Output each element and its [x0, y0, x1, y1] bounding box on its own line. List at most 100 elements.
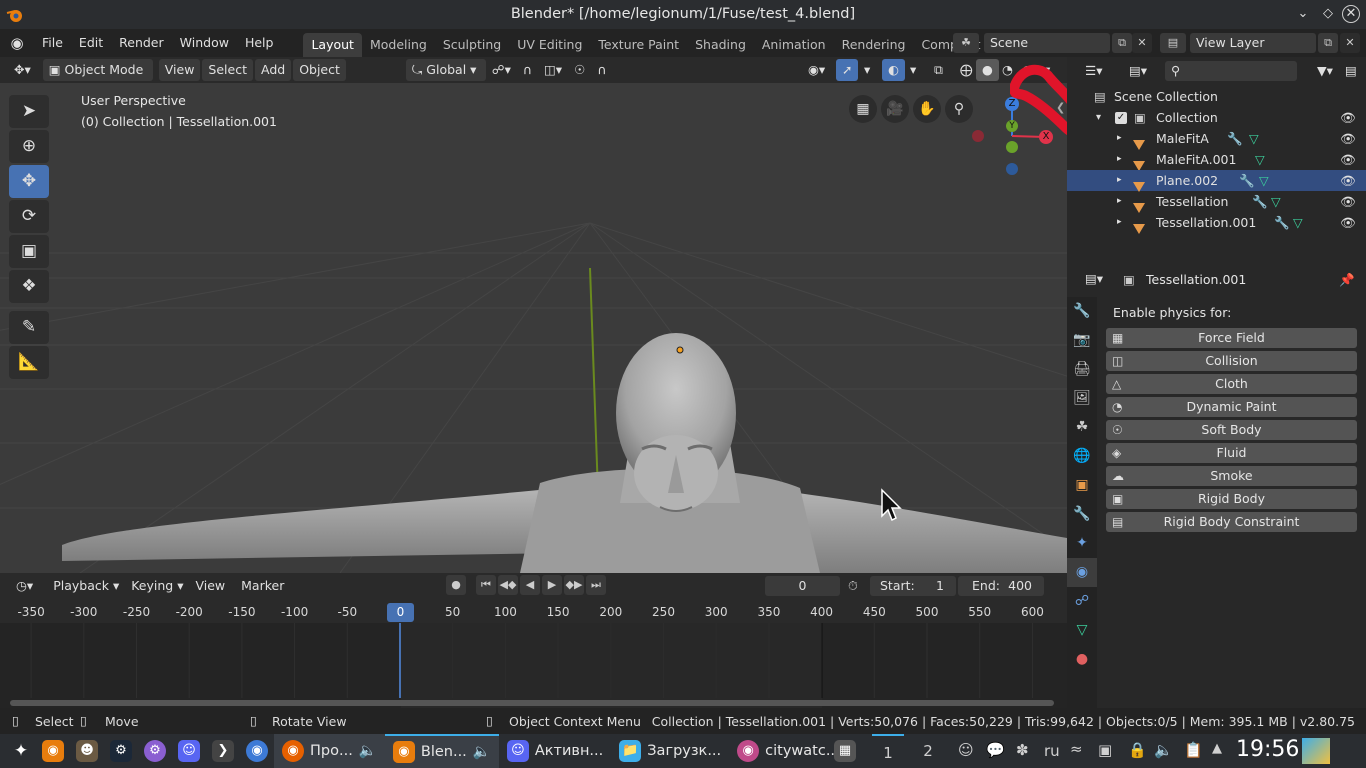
- blender-app-icon[interactable]: ◉: [42, 740, 64, 762]
- menu-keying[interactable]: Keying ▾: [125, 575, 189, 597]
- pin-icon[interactable]: 📌: [1339, 272, 1355, 288]
- expand-arrow-icon[interactable]: ▾: [1096, 107, 1101, 128]
- modifier-wrench-icon[interactable]: 🔧: [1252, 191, 1268, 212]
- physics-tab-icon[interactable]: ◉: [1067, 558, 1097, 587]
- show-desktop-icon[interactable]: [1302, 738, 1330, 764]
- object-data-tab-icon[interactable]: ▽: [1067, 616, 1097, 645]
- menu-timeline-view[interactable]: View: [189, 575, 231, 597]
- physics-cloth-button[interactable]: △ Cloth: [1106, 374, 1357, 394]
- record-icon[interactable]: ●: [446, 575, 466, 595]
- outliner-item[interactable]: ▸ Tessellation 🔧 ▽ 👁: [1067, 191, 1366, 213]
- snap-icon[interactable]: ∩: [517, 59, 538, 81]
- task-blender[interactable]: ◉ Blen... 🔈: [384, 734, 499, 768]
- visibility-eye-icon[interactable]: 👁: [1340, 128, 1356, 149]
- properties-editor-type-icon[interactable]: ▤▾: [1079, 268, 1109, 290]
- physics-force-field-button[interactable]: ▦ Force Field: [1106, 328, 1357, 348]
- menu-help[interactable]: Help: [237, 29, 282, 57]
- tab-uv-editing[interactable]: UV Editing: [509, 33, 590, 57]
- gizmo-dropdown-icon[interactable]: ▾: [858, 59, 876, 81]
- chat-tray-icon[interactable]: 💬: [986, 741, 1005, 759]
- keyboard-layout[interactable]: ru: [1044, 742, 1060, 760]
- mesh-data-icon[interactable]: ▽: [1271, 191, 1281, 212]
- world-tab-icon[interactable]: 🌐: [1067, 442, 1097, 471]
- outliner-item[interactable]: ▸ MaleFitA 🔧 ▽ 👁: [1067, 128, 1366, 150]
- pan-view-icon[interactable]: ✋: [913, 95, 941, 123]
- desktop-pager-icon[interactable]: ▦: [834, 740, 856, 762]
- xray-icon[interactable]: ⧉: [928, 59, 949, 81]
- blender-menu-icon[interactable]: ◉: [0, 34, 34, 52]
- timeline-area[interactable]: [0, 623, 1067, 708]
- output-tab-icon[interactable]: 🖨: [1067, 355, 1097, 384]
- include-checkbox[interactable]: ✓: [1115, 112, 1127, 124]
- pivot-point-icon[interactable]: ☍▾: [486, 59, 517, 81]
- object-mode-dropdown[interactable]: ▣ Object Mode ▾: [42, 59, 153, 99]
- menu-marker[interactable]: Marker: [235, 575, 290, 597]
- modifier-wrench-icon[interactable]: 🔧: [1274, 212, 1290, 233]
- zoom-view-icon[interactable]: ⚲: [945, 95, 973, 123]
- physics-soft-body-button[interactable]: ☉ Soft Body: [1106, 420, 1357, 440]
- tab-animation[interactable]: Animation: [754, 33, 834, 57]
- object-tab-icon[interactable]: ▣: [1067, 471, 1097, 500]
- transform-orientation-dropdown[interactable]: ⤿ Global ▾: [405, 59, 486, 81]
- expand-arrow-icon[interactable]: ▸: [1117, 191, 1122, 212]
- wireframe-shading-icon[interactable]: ⨁: [954, 59, 979, 81]
- terminal-app-icon[interactable]: ❯: [212, 740, 234, 762]
- cursor-tool-icon[interactable]: ⊕: [9, 130, 49, 163]
- expand-arrow-icon[interactable]: ▸: [1117, 170, 1122, 191]
- expand-arrow-icon[interactable]: ▸: [1117, 212, 1122, 233]
- steam-app-icon[interactable]: ⚙: [110, 740, 132, 762]
- editor-type-icon[interactable]: ✥▾: [8, 59, 37, 81]
- tab-shading[interactable]: Shading: [687, 33, 754, 57]
- tab-modeling[interactable]: Modeling: [362, 33, 435, 57]
- scene-field[interactable]: Scene: [984, 33, 1110, 53]
- scene-copy-icon[interactable]: ⧉: [1112, 33, 1132, 53]
- physics-rigid-body-constraint-button[interactable]: ▤ Rigid Body Constraint: [1106, 512, 1357, 532]
- lock-icon[interactable]: 🔒: [1128, 741, 1147, 759]
- task-firefox[interactable]: ◉ Про... 🔈: [274, 734, 385, 768]
- outliner-editor-type-icon[interactable]: ☰▾: [1079, 60, 1108, 82]
- app-launcher-icon[interactable]: ⚙: [144, 740, 166, 762]
- battery-icon[interactable]: ▣: [1098, 741, 1112, 759]
- task-dolphin[interactable]: 📁 Загрузк...: [611, 734, 729, 768]
- kde-launcher-icon[interactable]: ✦: [8, 740, 34, 762]
- tool-tab-icon[interactable]: 🔧: [1067, 297, 1097, 326]
- annotate-tool-icon[interactable]: ✎: [9, 311, 49, 344]
- minimize-button[interactable]: ⌄: [1294, 5, 1312, 23]
- physics-fluid-button[interactable]: ◈ Fluid: [1106, 443, 1357, 463]
- task-citywatch[interactable]: ◉ citywatc...: [729, 734, 848, 768]
- gimp-app-icon[interactable]: ☻: [76, 740, 98, 762]
- scene-tab-icon[interactable]: ☘: [1067, 413, 1097, 442]
- measure-tool-icon[interactable]: 📐: [9, 346, 49, 379]
- current-frame-field[interactable]: 0: [765, 576, 840, 596]
- view-layer-tab-icon[interactable]: 🖼: [1067, 384, 1097, 413]
- overlays-toggle-icon[interactable]: ◐: [882, 59, 905, 81]
- jump-start-icon[interactable]: ⏮: [476, 575, 496, 595]
- desktop-2[interactable]: 2: [912, 734, 944, 768]
- menu-object[interactable]: Object: [293, 59, 346, 81]
- material-tab-icon[interactable]: ●: [1067, 645, 1097, 674]
- timeline-scrollbar[interactable]: [10, 700, 1054, 706]
- close-button[interactable]: ✕: [1342, 5, 1360, 23]
- jump-end-icon[interactable]: ⏭: [586, 575, 606, 595]
- outliner-item[interactable]: ▸ MaleFitA.001 ▽ 👁: [1067, 149, 1366, 171]
- outliner-display-mode-icon[interactable]: ▤▾: [1123, 60, 1153, 82]
- scale-tool-icon[interactable]: ▣: [9, 235, 49, 268]
- start-frame-field[interactable]: Start: 1: [870, 576, 956, 596]
- menu-add[interactable]: Add: [254, 59, 292, 81]
- particles-tab-icon[interactable]: ✦: [1067, 529, 1097, 558]
- menu-file[interactable]: File: [34, 29, 71, 57]
- snap-target-icon[interactable]: ◫▾: [538, 59, 568, 81]
- desktop-1[interactable]: 1: [872, 734, 904, 768]
- tab-sculpting[interactable]: Sculpting: [435, 33, 509, 57]
- view-layer-field[interactable]: View Layer: [1190, 33, 1316, 53]
- tab-layout[interactable]: Layout: [303, 33, 362, 57]
- timeline-playhead[interactable]: 0: [387, 603, 414, 622]
- tab-rendering[interactable]: Rendering: [834, 33, 914, 57]
- constraints-tab-icon[interactable]: ☍: [1067, 587, 1097, 616]
- modifier-wrench-icon[interactable]: 🔧: [1227, 128, 1243, 149]
- physics-dynamic-paint-button[interactable]: ◔ Dynamic Paint: [1106, 397, 1357, 417]
- menu-view[interactable]: View: [158, 59, 201, 81]
- view-layer-remove-icon[interactable]: ✕: [1340, 33, 1360, 53]
- end-frame-field[interactable]: End: 400: [958, 576, 1044, 596]
- outliner-collection[interactable]: ▾ ✓ ▣ Collection 👁: [1067, 107, 1366, 128]
